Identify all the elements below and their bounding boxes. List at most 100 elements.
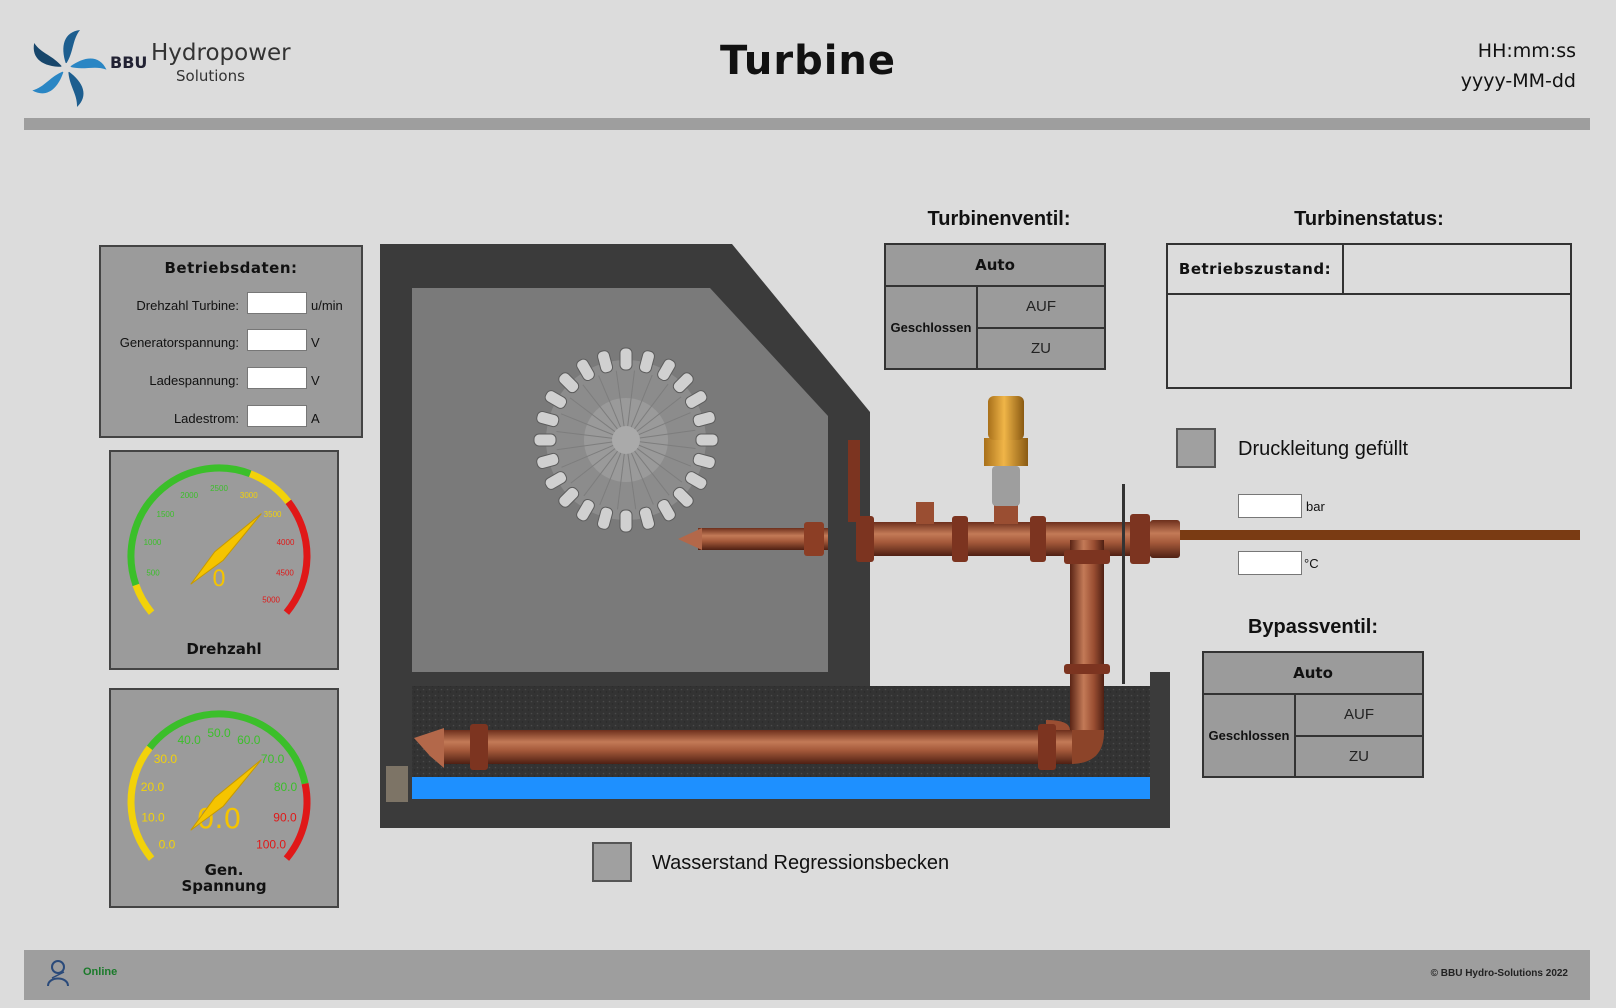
gauge-band-yellow [127, 745, 155, 861]
clock-date: yyyy-MM-dd [1460, 70, 1576, 92]
turbine-valve-open-button[interactable]: AUF [978, 287, 1104, 329]
operating-state-value [1344, 245, 1570, 295]
turbine-valve-close-button[interactable]: ZU [978, 329, 1104, 368]
charge-voltage-field[interactable] [247, 367, 307, 389]
turbine-valve-closed-status: Geschlossen [886, 287, 978, 368]
bypass-flange-1 [1064, 550, 1110, 564]
header-divider [24, 118, 1590, 130]
operating-data-panel: Betriebsdaten: Drehzahl Turbine: u/min G… [99, 245, 363, 438]
gauge-band-yellow [132, 583, 155, 615]
gauge-tick-label: 10.0 [141, 810, 165, 824]
generator-voltage-label: Generatorspannung: [119, 335, 239, 350]
rpm-gauge: 500 1000 1500 2000 2500 3000 3500 4000 4500 5000 0… [109, 450, 339, 670]
turbine-valve-title: Turbinenventil: [927, 208, 1071, 230]
gauge-tick-label: 2000 [180, 491, 198, 500]
gauge-tick-label: 500 [146, 568, 160, 577]
temperature-field[interactable] [1238, 551, 1302, 575]
drain-stub [386, 766, 408, 802]
gauge-band-green [127, 464, 252, 587]
bypass-flange-2 [1064, 664, 1110, 674]
rpm-gauge-dial: 500 1000 1500 2000 2500 3000 3500 4000 4500 5000 0 [127, 464, 311, 615]
gauge-tick-label: 90.0 [273, 810, 297, 824]
voltage-gauge-label: Gen. Spannung [111, 862, 337, 894]
gauge-tick-label: 5000 [262, 596, 280, 605]
gauge-tick-label: 40.0 [178, 733, 202, 747]
gauge-tick-label: 50.0 [207, 726, 231, 740]
rpm-gauge-label: Drehzahl [186, 640, 262, 658]
gauge-tick-label: 100.0 [256, 838, 286, 852]
bypass-valve-title: Bypassventil: [1247, 616, 1379, 638]
charge-current-label: Ladestrom: [173, 411, 239, 426]
user-status-icon[interactable] [44, 958, 72, 988]
connection-status: Online [83, 966, 118, 978]
pelton-bucket [695, 433, 719, 447]
voltage-gauge-label-line2: Spannung [181, 877, 267, 895]
gauge-tick-label: 0.0 [159, 838, 176, 852]
valve-neck [994, 504, 1018, 524]
valve-body [992, 466, 1020, 506]
bypass-valve-auto-button[interactable]: Auto [1204, 653, 1422, 695]
temperature-unit: °C [1304, 556, 1319, 571]
pelton-bucket [533, 433, 557, 447]
gauge-tick-label: 20.0 [141, 780, 165, 794]
gauge-tick-label: 30.0 [154, 752, 178, 766]
bypass-valve-open-button[interactable]: AUF [1296, 695, 1422, 737]
generator-voltage-field[interactable] [247, 329, 307, 351]
gauge-tick-label: 4500 [276, 568, 294, 577]
gauge-tick-label: 70.0 [261, 752, 285, 766]
gauge-value-text: 0 [212, 567, 226, 592]
gauge-tick-label: 80.0 [274, 780, 298, 794]
gauge-tick-label: 1000 [144, 538, 162, 547]
flange-4 [1130, 514, 1150, 564]
penstock-filled-label: Druckleitung gefüllt [1238, 438, 1409, 460]
voltage-gauge-label-line1: Gen. [204, 861, 244, 879]
pressure-field[interactable] [1238, 494, 1302, 518]
bypass-valve-close-button[interactable]: ZU [1296, 737, 1422, 776]
gauge-tick-label: 60.0 [237, 733, 261, 747]
rpm-label: Drehzahl Turbine: [136, 298, 239, 313]
rpm-unit: u/min [311, 298, 343, 313]
generator-voltage-unit: V [311, 335, 320, 350]
bypass-valve-control: Auto Geschlossen AUF ZU [1202, 651, 1424, 778]
flange-1 [856, 516, 874, 562]
voltage-gauge: 0.0 10.0 20.0 30.0 40.0 50.0 60.0 70.0 80.0 90.0 1… [109, 688, 339, 908]
charge-current-unit: A [311, 411, 320, 426]
wall-line [1122, 484, 1125, 684]
outlet-basin-floor [380, 799, 1170, 828]
gauge-needle [190, 513, 262, 585]
valve-actuator-top [988, 396, 1024, 440]
turbine-valve-control: Auto Geschlossen AUF ZU [884, 243, 1106, 370]
charge-voltage-label: Ladespannung: [149, 373, 239, 388]
turbine-valve-auto-button[interactable]: Auto [886, 245, 1104, 287]
pelton-bucket [619, 347, 633, 371]
clock-time: HH:mm:ss [1477, 40, 1576, 62]
gauge-tick-label: 1500 [157, 510, 175, 519]
valve-actuator-base [984, 438, 1028, 466]
gauge-band-green [146, 710, 309, 785]
water-level [412, 777, 1150, 799]
operating-data-title: Betriebsdaten: [164, 259, 298, 277]
turbine-status-title: Turbinenstatus: [1294, 208, 1444, 230]
flange-3 [1030, 516, 1046, 562]
return-flange-2 [1038, 724, 1056, 770]
charge-current-field[interactable] [247, 405, 307, 427]
gauge-tick-label: 3500 [264, 510, 282, 519]
main-penstock-pipe [860, 522, 1156, 556]
basin-level-label: Wasserstand Regressionsbecken [652, 852, 950, 874]
gauge-tick-label: 2500 [210, 484, 228, 493]
pressure-unit: bar [1306, 499, 1325, 514]
bypass-valve-closed-status: Geschlossen [1204, 695, 1296, 776]
basin-level-indicator [592, 842, 632, 882]
gauge-tick-label: 3000 [240, 491, 258, 500]
injector-flange [804, 522, 824, 556]
housing-bracket [848, 440, 860, 522]
footer-bar [24, 950, 1590, 1000]
rpm-field[interactable] [247, 292, 307, 314]
copyright: © BBU Hydro-Solutions 2022 [1430, 968, 1568, 979]
inlet-coupling [1150, 520, 1180, 558]
gauge-band-red [283, 499, 311, 615]
charge-voltage-unit: V [311, 373, 320, 388]
bypass-return-pipe [440, 730, 1072, 764]
return-flange-1 [470, 724, 488, 770]
penstock-filled-indicator [1176, 428, 1216, 468]
